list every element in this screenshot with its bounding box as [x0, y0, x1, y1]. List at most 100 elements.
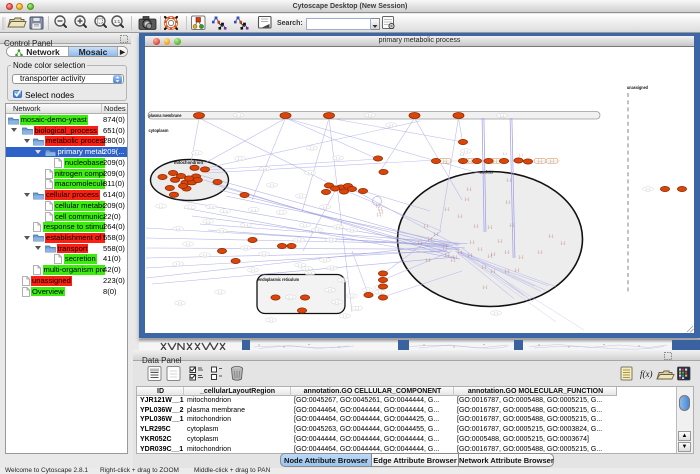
svg-text:[...]: [...] [494, 311, 498, 315]
svg-text:[...]: [...] [491, 269, 496, 273]
svg-text:[...]: [...] [377, 213, 382, 217]
svg-text:[...]: [...] [434, 232, 439, 236]
svg-text:[...]: [...] [505, 269, 510, 273]
svg-text:1:1: 1:1 [114, 19, 121, 24]
svg-text:[...]: [...] [488, 254, 493, 258]
svg-text:[..]: [..] [519, 153, 522, 157]
svg-text:plasma membrane: plasma membrane [149, 113, 182, 118]
svg-text:[...]: [...] [355, 307, 359, 311]
svg-text:[...]: [...] [336, 225, 340, 229]
svg-text:[...]: [...] [220, 229, 224, 233]
svg-text:[...]: [...] [453, 255, 458, 259]
svg-text:[...]: [...] [308, 171, 312, 175]
svg-text:cytoplasm: cytoplasm [149, 128, 169, 133]
svg-text:[...]: [...] [646, 187, 650, 191]
svg-text:[...]: [...] [299, 194, 303, 198]
svg-text:[...]: [...] [507, 178, 512, 182]
svg-text:[...]: [...] [195, 151, 199, 155]
svg-text:mitochondrion: mitochondrion [174, 160, 203, 165]
svg-text:unassigned: unassigned [627, 85, 648, 90]
svg-text:[...]: [...] [483, 285, 488, 289]
svg-text:[...]: [...] [538, 250, 543, 254]
svg-text:[...]: [...] [341, 278, 345, 282]
svg-text:[...]: [...] [549, 234, 554, 238]
svg-text:[..]: [..] [460, 153, 463, 157]
svg-text:[...]: [...] [510, 223, 515, 227]
svg-text:[...]: [...] [303, 223, 307, 227]
svg-text:[...]: [...] [482, 265, 487, 269]
svg-text:[...]: [...] [350, 294, 354, 298]
svg-text:[...]: [...] [298, 263, 302, 267]
svg-text:[...]: [...] [464, 149, 468, 153]
svg-text:[...]: [...] [445, 253, 450, 257]
svg-text:[...]: [...] [498, 239, 503, 243]
svg-text:[...]: [...] [289, 295, 293, 299]
svg-text:[...]: [...] [244, 246, 248, 250]
svg-text:[...]: [...] [176, 227, 180, 231]
svg-text:[...]: [...] [159, 204, 163, 208]
svg-text:[...]: [...] [223, 209, 227, 213]
svg-text:[...]: [...] [330, 266, 334, 270]
svg-text:[...]: [...] [474, 224, 479, 228]
svg-text:[...]: [...] [206, 219, 210, 223]
svg-text:[...]: [...] [515, 268, 520, 272]
svg-text:[...]: [...] [468, 253, 473, 257]
svg-text:[...]: [...] [366, 288, 370, 292]
svg-text:[...]: [...] [458, 214, 463, 218]
svg-text:[...]: [...] [315, 228, 319, 232]
svg-text:[...]: [...] [244, 223, 248, 227]
svg-text:[...]: [...] [368, 113, 372, 117]
svg-text:[...]: [...] [418, 241, 423, 245]
svg-text:[...]: [...] [350, 228, 354, 232]
svg-text:[...]: [...] [478, 247, 483, 251]
svg-text:[...]: [...] [505, 250, 510, 254]
svg-text:[...]: [...] [458, 250, 463, 254]
svg-text:[...]: [...] [238, 157, 242, 161]
svg-text:[...]: [...] [323, 205, 327, 209]
svg-text:f(x): f(x) [640, 369, 653, 379]
svg-text:[...]: [...] [297, 238, 301, 242]
svg-text:[...]: [...] [203, 253, 207, 257]
svg-text:[...]: [...] [251, 268, 255, 272]
svg-text:[...]: [...] [329, 238, 333, 242]
svg-text:[...]: [...] [428, 237, 433, 241]
svg-text:[...]: [...] [378, 290, 382, 294]
svg-text:[...]: [...] [328, 288, 332, 292]
svg-text:[...]: [...] [424, 224, 429, 228]
svg-text:[...]: [...] [252, 208, 256, 212]
svg-text:[...]: [...] [343, 314, 347, 318]
svg-text:[...]: [...] [561, 241, 566, 245]
svg-text:[...]: [...] [280, 211, 284, 215]
svg-text:[...]: [...] [500, 114, 504, 118]
svg-text:[...]: [...] [188, 205, 192, 209]
svg-text:[...]: [...] [269, 318, 273, 322]
svg-text:[...]: [...] [465, 197, 470, 201]
svg-text:[...]: [...] [209, 205, 213, 209]
svg-text:[...]: [...] [310, 146, 314, 150]
svg-text:[...]: [...] [186, 242, 190, 246]
svg-text:[...]: [...] [262, 252, 266, 256]
svg-text:[...]: [...] [470, 240, 475, 244]
svg-text:[...]: [...] [445, 207, 450, 211]
svg-text:[...]: [...] [176, 262, 180, 266]
svg-text:[...]: [...] [263, 167, 267, 171]
svg-text:[...]: [...] [323, 258, 327, 262]
svg-text:[...]: [...] [389, 123, 393, 127]
svg-text:[...]: [...] [506, 200, 511, 204]
svg-text:[...]: [...] [335, 300, 339, 304]
svg-text:[...]: [...] [467, 187, 472, 191]
svg-text:[...]: [...] [178, 301, 182, 305]
svg-text:[...]: [...] [519, 255, 524, 259]
svg-text:[...]: [...] [426, 258, 431, 262]
svg-text:[..]: [..] [503, 152, 506, 156]
svg-text:[...]: [...] [218, 290, 222, 294]
svg-text:[...]: [...] [305, 267, 309, 271]
svg-text:[...]: [...] [237, 113, 241, 117]
svg-text:[...]: [...] [443, 245, 448, 249]
svg-text:[...]: [...] [336, 156, 340, 160]
svg-text:[...]: [...] [270, 183, 274, 187]
svg-text:endoplasmic reticulum: endoplasmic reticulum [258, 277, 299, 282]
svg-text:nucleus: nucleus [480, 170, 493, 175]
svg-text:[...]: [...] [488, 225, 493, 229]
svg-text:[...]: [...] [308, 271, 312, 275]
